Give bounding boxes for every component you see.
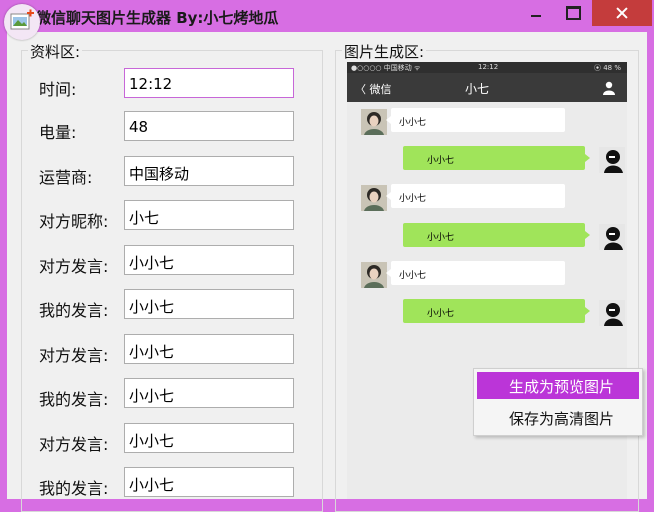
my-avatar	[599, 147, 625, 173]
app-icon[interactable]	[4, 4, 40, 40]
contact-avatar	[361, 262, 387, 288]
field-label: 对方发言:	[39, 257, 109, 276]
contact-avatar	[361, 109, 387, 135]
my-avatar	[599, 300, 625, 326]
field-input[interactable]: 小小七	[124, 378, 294, 408]
my-message-bubble: 小小七	[403, 299, 590, 323]
contact-message-bubble: 小小七	[386, 108, 565, 132]
menu-item-generate-preview[interactable]: 生成为预览图片	[477, 372, 639, 399]
field-label: 时间:	[39, 80, 77, 99]
field-input[interactable]: 48	[124, 111, 294, 141]
close-button[interactable]	[592, 0, 652, 26]
field-label: 我的发言:	[39, 390, 109, 409]
contact-icon[interactable]	[603, 80, 615, 99]
profile-group-legend: 资料区:	[28, 41, 83, 62]
field-label: 我的发言:	[39, 479, 109, 498]
field-input[interactable]: 小小七	[124, 334, 294, 364]
field-label: 对方发言:	[39, 435, 109, 454]
menu-item-save-hd[interactable]: 保存为高清图片	[477, 404, 639, 431]
status-carrier: ●○○○○ 中国移动 ᯤ	[351, 64, 421, 72]
my-message-bubble: 小小七	[403, 223, 590, 247]
field-label: 电量:	[39, 123, 77, 142]
field-label: 对方发言:	[39, 346, 109, 365]
chat-nav-bar: 〈 微信 小七	[347, 73, 627, 102]
my-avatar	[599, 224, 625, 250]
window-title: 微信聊天图片生成器 By:小七烤地瓜	[36, 9, 279, 27]
field-input[interactable]: 12:12	[124, 68, 294, 98]
field-label: 我的发言:	[39, 301, 109, 320]
title-bar: 微信聊天图片生成器 By:小七烤地瓜	[0, 0, 654, 40]
my-message-bubble: 小小七	[403, 146, 590, 170]
field-input[interactable]: 小小七	[124, 423, 294, 453]
status-time: 12:12	[478, 63, 499, 71]
status-battery: ⦿ 48 %	[593, 64, 621, 72]
field-label: 对方昵称:	[39, 212, 109, 231]
field-input[interactable]: 小小七	[124, 245, 294, 275]
field-input[interactable]: 小小七	[124, 289, 294, 319]
field-label: 运营商:	[39, 168, 93, 187]
maximize-button[interactable]	[556, 0, 590, 26]
window-client: 资料区: 图片生成区: 时间: 12:12 电量: 48 运营商: 中国移动对方昵称: 小七…	[7, 32, 647, 512]
contact-message-bubble: 小小七	[386, 261, 565, 285]
chat-title: 小七	[465, 82, 490, 96]
minimize-button[interactable]	[516, 0, 556, 26]
back-button[interactable]: 〈 微信	[355, 81, 392, 97]
context-menu: 生成为预览图片 保存为高清图片	[473, 368, 643, 436]
field-input[interactable]: 小七	[124, 200, 294, 230]
phone-status-bar: ●○○○○ 中国移动 ᯤ 12:12 ⦿ 48 %	[347, 62, 627, 73]
field-input[interactable]: 小小七	[124, 467, 294, 497]
contact-avatar	[361, 185, 387, 211]
field-input[interactable]: 中国移动	[124, 156, 294, 186]
image-group-legend: 图片生成区:	[342, 41, 427, 62]
contact-message-bubble: 小小七	[386, 184, 565, 208]
